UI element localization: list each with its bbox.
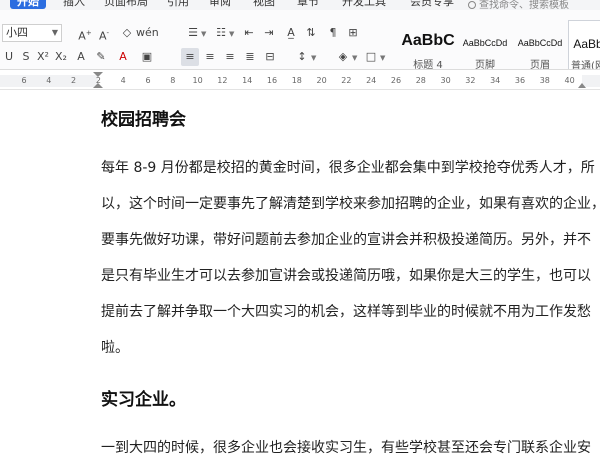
tab-references[interactable]: 引用 bbox=[167, 0, 189, 9]
left-indent-marker[interactable] bbox=[93, 83, 103, 88]
ruler-tick-label: 40 bbox=[564, 76, 575, 85]
style-footer[interactable]: AaBbCcDd 页脚 bbox=[458, 20, 512, 69]
ruler-tick-label: 20 bbox=[316, 76, 327, 85]
tab-insert[interactable]: 插入 bbox=[63, 0, 85, 9]
tab-membership[interactable]: 会员专享 bbox=[410, 0, 454, 9]
char-border-icon[interactable]: ▣ bbox=[138, 48, 156, 66]
ruler-tick-label: 34 bbox=[490, 76, 501, 85]
ribbon-tab-strip: 开始 插入 页面布局 引用 审阅 视图 章节 开发工具 会员专享 查找命令、搜索… bbox=[0, 0, 600, 10]
ruler-tick-label: 36 bbox=[514, 76, 526, 85]
chevron-down-icon: ▼ bbox=[352, 54, 358, 62]
line-spacing-button[interactable]: ↕ bbox=[293, 48, 311, 66]
paragraph-line: 要事先做好功课，带好问题前去参加企业的宣讲会并积极投递简历。另外，并不 bbox=[101, 232, 591, 248]
ribbon-toolbar: 小四 ▼ A+ A- ◇ wén ☰ ▼ ☷ ▼ ⇤ ⇥ A̲ ⇅ ¶ ⊞ U … bbox=[0, 10, 600, 70]
superscript-button[interactable]: X² bbox=[34, 48, 52, 66]
grow-font-button[interactable]: A+ bbox=[76, 24, 94, 43]
tab-home[interactable]: 开始 bbox=[10, 0, 46, 9]
search-icon bbox=[468, 1, 476, 9]
ruler-tick-label: 4 bbox=[120, 76, 126, 85]
chinese-layout-icon[interactable]: A̲ bbox=[282, 24, 300, 42]
increase-indent-button[interactable]: ⇥ bbox=[260, 24, 278, 42]
style-header[interactable]: AaBbCcDd 页眉 bbox=[512, 20, 568, 69]
ruler-tick-label: 22 bbox=[341, 76, 352, 85]
font-size-value: 小四 bbox=[6, 26, 28, 39]
ruler-tick-label: 28 bbox=[415, 76, 426, 85]
ruler-tick-label: 14 bbox=[242, 76, 253, 85]
ruler-tick-label: 32 bbox=[465, 76, 476, 85]
ruler-tick-label: 10 bbox=[192, 76, 203, 85]
tab-developer[interactable]: 开发工具 bbox=[342, 0, 386, 9]
ruler-tick-label: 26 bbox=[390, 76, 402, 85]
paragraph-line: 一到大四的时候，很多企业也会接收实习生，有些学校甚至还会专门联系企业安 bbox=[101, 440, 591, 456]
paragraph-border-icon[interactable]: □ bbox=[362, 48, 380, 66]
bullet-list-button[interactable]: ☰ bbox=[184, 24, 202, 42]
underline-button[interactable]: U bbox=[0, 48, 18, 66]
document-page[interactable]: 校园招聘会 每年 8-9 月份都是校招的黄金时间，很多企业都会集中到学校抢夺优秀… bbox=[0, 91, 600, 459]
style-gallery: AaBbC 标题 4 AaBbCcDd 页脚 AaBbCcDd 页眉 AaBb … bbox=[398, 20, 600, 69]
chevron-down-icon: ▼ bbox=[311, 54, 317, 62]
ruler-tick-label: 18 bbox=[291, 76, 302, 85]
paragraph-line: 是只有毕业生才可以去参加宣讲会或投递简历哦，如果你是大三的学生，也可以 bbox=[101, 268, 591, 284]
tab-page-layout[interactable]: 页面布局 bbox=[104, 0, 148, 9]
text-effect-icon[interactable]: A bbox=[72, 48, 90, 66]
decrease-indent-button[interactable]: ⇤ bbox=[240, 24, 258, 42]
horizontal-ruler[interactable]: 6 4 2 2 4 6 8 10 12 14 16 18 20 22 24 26 28 30 32 34 36 38 40 bbox=[0, 70, 600, 90]
align-left-button[interactable]: ≡ bbox=[181, 48, 199, 66]
style-normal-web[interactable]: AaBb 普通(网 bbox=[568, 20, 600, 69]
paragraph-line: 啦。 bbox=[101, 340, 129, 356]
right-indent-marker[interactable] bbox=[578, 83, 586, 88]
paragraph-line: 提前去了解并争取一个大四实习的机会，这样等到毕业的时候就不用为工作发愁 bbox=[101, 304, 591, 320]
ruler-tick-label: 4 bbox=[46, 76, 52, 85]
subscript-button[interactable]: X₂ bbox=[52, 48, 70, 66]
ruler-tick-label: 24 bbox=[366, 76, 377, 85]
sort-icon[interactable]: ⇅ bbox=[302, 24, 320, 42]
heading-campus-recruitment: 校园招聘会 bbox=[101, 110, 186, 130]
first-line-indent-marker[interactable] bbox=[93, 72, 103, 78]
command-search[interactable]: 查找命令、搜索模板 bbox=[468, 0, 569, 10]
align-right-button[interactable]: ≡ bbox=[221, 48, 239, 66]
numbered-list-button[interactable]: ☷ bbox=[212, 24, 230, 42]
paragraph-line: 每年 8-9 月份都是校招的黄金时间，很多企业都会集中到学校抢夺优秀人才，所 bbox=[101, 160, 595, 176]
ruler-tick-label: 30 bbox=[440, 76, 451, 85]
ruler-tick-label: 12 bbox=[217, 76, 228, 85]
chevron-down-icon: ▼ bbox=[201, 30, 207, 38]
tab-review[interactable]: 审阅 bbox=[209, 0, 231, 9]
shading-icon[interactable]: ◈ bbox=[334, 48, 352, 66]
tab-chapter[interactable]: 章节 bbox=[297, 0, 319, 9]
phonetic-guide-icon[interactable]: wén bbox=[136, 24, 159, 42]
strikethrough-button[interactable]: S bbox=[17, 48, 35, 66]
align-center-button[interactable]: ≡ bbox=[201, 48, 219, 66]
justify-button[interactable]: ≣ bbox=[241, 48, 259, 66]
style-heading-4[interactable]: AaBbC 标题 4 bbox=[398, 20, 458, 69]
chevron-down-icon: ▼ bbox=[51, 28, 58, 37]
font-color-icon[interactable]: A bbox=[114, 48, 132, 66]
heading-internship: 实习企业。 bbox=[101, 390, 186, 410]
ruler-tick-label: 6 bbox=[145, 76, 151, 85]
border-icon[interactable]: ⊞ bbox=[344, 24, 362, 42]
clear-format-icon[interactable]: ◇ bbox=[118, 24, 136, 42]
tab-view[interactable]: 视图 bbox=[253, 0, 275, 9]
ruler-tick-label: 16 bbox=[266, 76, 278, 85]
search-placeholder: 查找命令、搜索模板 bbox=[479, 0, 569, 10]
chevron-down-icon: ▼ bbox=[380, 54, 386, 62]
paragraph-line: 以，这个时间一定要事先了解清楚到学校来参加招聘的企业，如果有喜欢的企业， bbox=[101, 196, 600, 212]
font-size-select[interactable]: 小四 ▼ bbox=[2, 24, 62, 42]
ruler-tick-label: 8 bbox=[170, 76, 176, 85]
highlighter-icon[interactable]: ✎ bbox=[92, 48, 110, 66]
show-marks-icon[interactable]: ¶ bbox=[324, 24, 342, 42]
ruler-tick-label: 2 bbox=[71, 76, 77, 85]
ruler-tick-label: 6 bbox=[21, 76, 27, 85]
distributed-align-button[interactable]: ⊟ bbox=[261, 48, 279, 66]
chevron-down-icon: ▼ bbox=[229, 30, 235, 38]
shrink-font-button[interactable]: A- bbox=[95, 24, 113, 43]
ruler-tick-label: 38 bbox=[539, 76, 550, 85]
